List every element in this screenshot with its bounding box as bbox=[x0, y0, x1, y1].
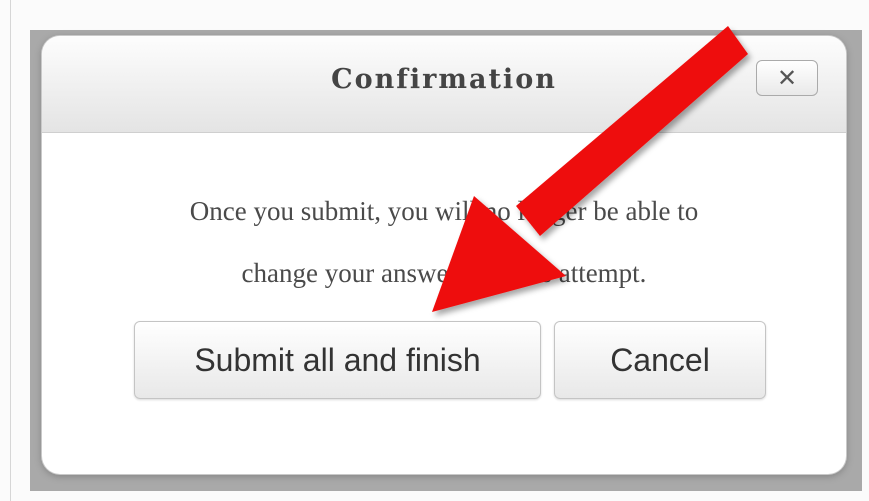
dialog-message-line-2: change your answers for this attempt. bbox=[241, 258, 647, 288]
dialog-message-line-1: Once you submit, you will no longer be a… bbox=[189, 196, 699, 226]
dialog-title: Confirmation bbox=[331, 64, 557, 95]
close-button[interactable]: ✕ bbox=[756, 60, 818, 96]
cancel-button[interactable]: Cancel bbox=[554, 321, 766, 399]
page: Confirmation ✕ Once you submit, you will… bbox=[0, 0, 869, 501]
dialog-header: Confirmation ✕ bbox=[42, 36, 846, 133]
confirmation-dialog: Confirmation ✕ Once you submit, you will… bbox=[42, 36, 846, 474]
submit-all-and-finish-button[interactable]: Submit all and finish bbox=[134, 321, 541, 399]
page-edge-line bbox=[10, 0, 11, 501]
close-icon: ✕ bbox=[776, 64, 798, 92]
